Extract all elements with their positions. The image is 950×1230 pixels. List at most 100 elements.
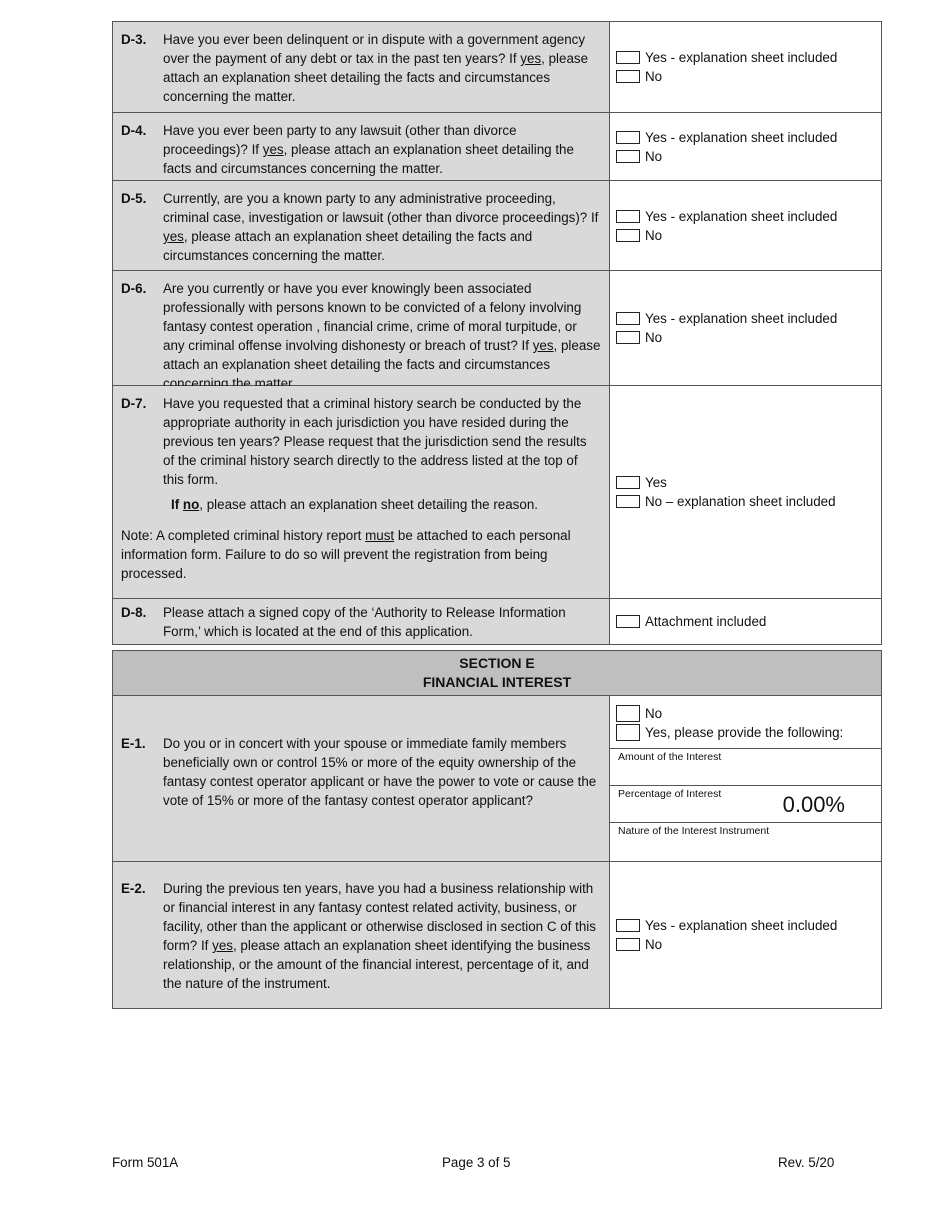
section-title: SECTION E <box>459 655 535 671</box>
option-yes[interactable]: Yes <box>616 473 875 492</box>
option-yes[interactable]: Yes - explanation sheet included <box>616 207 875 226</box>
question-cell: D-7. Have you requested that a criminal … <box>113 386 610 598</box>
checkbox[interactable] <box>616 228 640 242</box>
answer-cell: Yes - explanation sheet included No <box>610 113 881 180</box>
criminal-history-note: Note: A completed criminal history repor… <box>121 526 601 583</box>
question-number: D-5. <box>121 191 147 206</box>
checkbox[interactable] <box>616 312 640 325</box>
question-row-d8: D-8. Please attach a signed copy of the … <box>113 599 881 644</box>
question-number: D-8. <box>121 605 147 620</box>
answer-cell: Yes - explanation sheet included No <box>610 22 881 112</box>
option-yes[interactable]: Yes - explanation sheet included <box>616 309 875 328</box>
option-label: No <box>645 706 663 721</box>
question-row-d5: D-5. Currently, are you a known party to… <box>113 181 881 271</box>
if-no-instruction: If no, please attach an explanation shee… <box>171 495 601 514</box>
checkbox[interactable] <box>616 149 640 163</box>
checkbox[interactable] <box>616 209 640 223</box>
underlined-word: yes <box>212 938 233 953</box>
text-part: Currently, are you a known party to any … <box>163 191 599 225</box>
question-cell: E-1. Do you or in concert with your spou… <box>113 696 610 861</box>
option-label: No <box>645 937 663 952</box>
option-no[interactable]: No <box>616 67 875 86</box>
underlined-word: no <box>182 497 200 512</box>
question-text: Have you ever been party to any lawsuit … <box>163 121 601 178</box>
answer-cell: Yes - explanation sheet included No <box>610 181 881 270</box>
question-text: Please attach a signed copy of the ‘Auth… <box>163 605 566 639</box>
question-row-d3: D-3. Have you ever been delinquent or in… <box>113 22 881 113</box>
question-row-e1: E-1. Do you or in concert with your spou… <box>113 696 881 862</box>
option-attachment[interactable]: Attachment included <box>616 612 875 631</box>
answer-cell: Attachment included <box>610 599 881 644</box>
checkbox[interactable] <box>616 615 640 628</box>
question-cell: D-5. Currently, are you a known party to… <box>113 181 610 270</box>
option-no[interactable]: No <box>616 226 875 245</box>
section-e-table: SECTION E FINANCIAL INTEREST E-1. Do you… <box>112 650 882 1009</box>
option-no[interactable]: No <box>616 328 875 347</box>
question-row-d6: D-6. Are you currently or have you ever … <box>113 271 881 391</box>
e1-options: No Yes, please provide the following: <box>610 696 881 748</box>
answer-cell: Yes - explanation sheet included No <box>610 271 881 385</box>
option-label: Attachment included <box>645 614 767 629</box>
text-part: Note: A completed criminal history repor… <box>121 528 366 543</box>
checkbox[interactable] <box>616 130 640 144</box>
checkbox[interactable] <box>616 938 640 951</box>
footer-revision: Rev. 5/20 <box>778 1155 835 1170</box>
nature-of-interest-field[interactable]: Nature of the Interest Instrument <box>610 822 881 860</box>
option-no[interactable]: No <box>616 147 875 166</box>
underlined-word: yes <box>520 51 542 66</box>
question-number: D-4. <box>121 123 147 138</box>
option-no[interactable]: No <box>616 935 875 954</box>
answer-cell: Yes No – explanation sheet included <box>610 386 881 598</box>
option-yes[interactable]: Yes - explanation sheet included <box>616 128 875 147</box>
amount-of-interest-field[interactable]: Amount of the Interest <box>610 748 881 785</box>
field-label: Percentage of Interest <box>618 788 722 800</box>
question-cell: E-2. During the previous ten years, have… <box>113 862 610 1008</box>
question-number: E-1. <box>121 736 146 751</box>
checkbox[interactable] <box>616 476 640 489</box>
question-text: Have you requested that a criminal histo… <box>163 396 587 487</box>
question-text: Currently, are you a known party to any … <box>163 189 601 265</box>
option-label: Yes - explanation sheet included <box>645 208 838 224</box>
underlined-word: yes <box>163 229 184 244</box>
question-text: Do you or in concert with your spouse or… <box>163 735 597 808</box>
option-no[interactable]: No <box>616 704 875 723</box>
checkbox[interactable] <box>616 724 640 741</box>
question-number: E-2. <box>121 881 146 896</box>
answer-cell: No Yes, please provide the following: Am… <box>610 696 881 861</box>
option-label: Yes <box>645 475 667 490</box>
option-label: No – explanation sheet included <box>645 494 836 509</box>
checkbox[interactable] <box>616 70 640 83</box>
option-label: Yes, please provide the following: <box>645 725 844 740</box>
text-part: , please attach an explanation sheet det… <box>163 229 533 263</box>
option-label: No <box>645 69 663 84</box>
underlined-word: yes <box>262 142 284 157</box>
if-label: If <box>171 497 183 512</box>
checkbox[interactable] <box>616 705 640 722</box>
question-cell: D-4. Have you ever been party to any law… <box>113 113 610 180</box>
answer-cell: Yes - explanation sheet included No <box>610 862 881 1008</box>
option-yes[interactable]: Yes - explanation sheet included <box>616 48 875 67</box>
question-row-e2: E-2. During the previous ten years, have… <box>113 862 881 1008</box>
option-label: No <box>645 148 663 164</box>
question-cell: D-6. Are you currently or have you ever … <box>113 271 610 391</box>
checkbox[interactable] <box>616 919 640 932</box>
section-d-table: D-3. Have you ever been delinquent or in… <box>112 21 882 645</box>
option-label: No <box>645 330 663 345</box>
text-part: , please attach an explanation sheet det… <box>199 497 538 512</box>
question-number: D-7. <box>121 396 147 411</box>
field-value[interactable]: 0.00% <box>783 792 845 818</box>
section-subtitle: FINANCIAL INTEREST <box>422 674 572 690</box>
percentage-of-interest-field[interactable]: Percentage of Interest 0.00% <box>610 785 881 822</box>
option-label: No <box>645 227 663 243</box>
option-no[interactable]: No – explanation sheet included <box>616 492 875 511</box>
question-text: Have you ever been delinquent or in disp… <box>163 30 601 106</box>
checkbox[interactable] <box>616 331 640 344</box>
option-yes[interactable]: Yes - explanation sheet included <box>616 916 875 935</box>
question-text: Are you currently or have you ever knowi… <box>163 279 601 393</box>
checkbox[interactable] <box>616 495 640 508</box>
checkbox[interactable] <box>616 51 640 64</box>
question-text: During the previous ten years, have you … <box>163 879 601 993</box>
question-row-d7: D-7. Have you requested that a criminal … <box>113 386 881 599</box>
option-yes[interactable]: Yes, please provide the following: <box>616 723 875 742</box>
question-row-d4: D-4. Have you ever been party to any law… <box>113 113 881 181</box>
